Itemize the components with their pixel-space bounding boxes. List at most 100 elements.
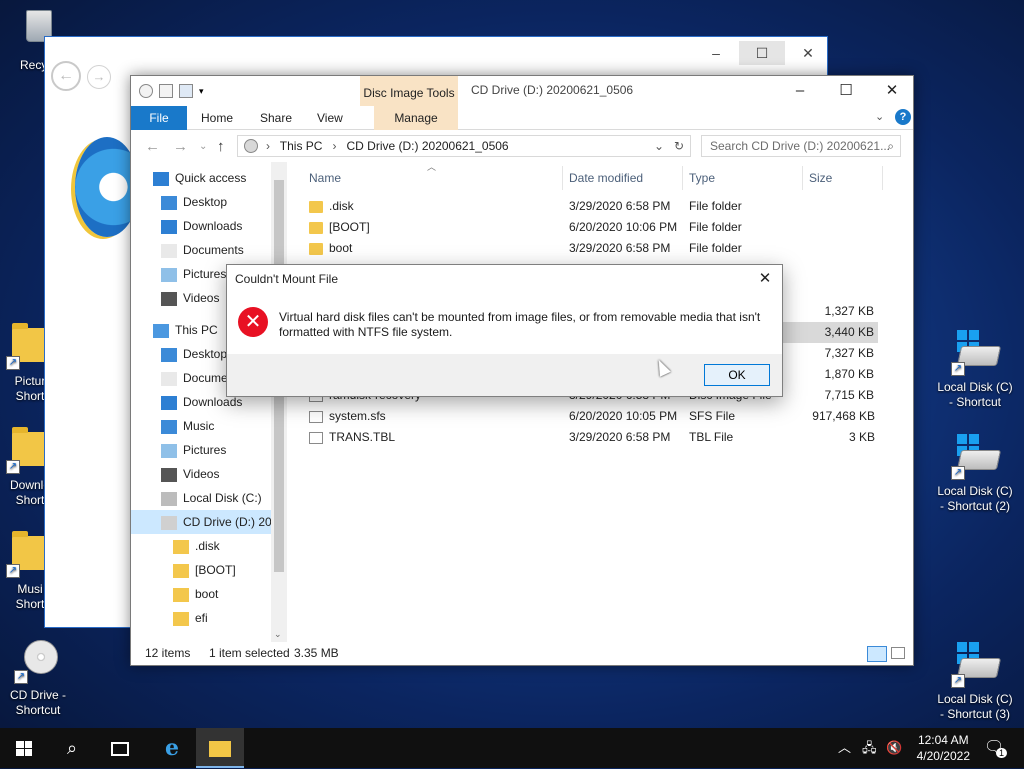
properties-icon[interactable] bbox=[159, 84, 173, 98]
nav-item[interactable]: efi bbox=[131, 606, 271, 630]
taskbar: ⌕ e ︿ 🖧 🔇 12:04 AM 4/20/2022 🗨 1 bbox=[0, 728, 1024, 768]
nav-item[interactable]: [BOOT] bbox=[131, 558, 271, 582]
desktop-icon-local-disk-shortcut-2[interactable]: ↗ Local Disk (C) - Shortcut (2) bbox=[933, 432, 1017, 514]
dialog-close-button[interactable]: ✕ bbox=[748, 265, 782, 293]
forward-icon[interactable]: → bbox=[87, 65, 111, 89]
nav-item[interactable]: Pictures bbox=[131, 438, 271, 462]
desktop-icon-local-disk-shortcut[interactable]: ↗ Local Disk (C) - Shortcut bbox=[933, 328, 1017, 410]
new-folder-icon[interactable] bbox=[179, 84, 193, 98]
start-button[interactable] bbox=[0, 728, 48, 768]
internet-explorer-taskbar-button[interactable]: e bbox=[148, 728, 196, 768]
up-icon[interactable]: ↑ bbox=[217, 138, 225, 155]
customize-toolbar-icon[interactable]: ▾ bbox=[199, 86, 204, 97]
desktop-icon-local-disk-shortcut-3[interactable]: ↗ Local Disk (C) - Shortcut (3) bbox=[933, 640, 1017, 722]
file-row[interactable]: [BOOT] 6/20/2020 10:06 PM File folder bbox=[303, 217, 878, 238]
tab-view[interactable]: View bbox=[305, 106, 355, 130]
search-placeholder: Search CD Drive (D:) 20200621... bbox=[710, 139, 891, 153]
column-header-size[interactable]: Size bbox=[803, 166, 883, 190]
maximize-button[interactable]: ☐ bbox=[823, 76, 869, 106]
nav-item[interactable]: .disk bbox=[131, 534, 271, 558]
nav-item-label: Downloads bbox=[183, 395, 243, 409]
expand-ribbon-icon[interactable]: ⌄ bbox=[875, 110, 884, 123]
shortcut-arrow-icon: ↗ bbox=[14, 670, 28, 684]
pictures-icon bbox=[161, 267, 177, 282]
file-row-partial[interactable]: 7,715 KB bbox=[783, 385, 878, 406]
action-center-icon[interactable]: 🗨 1 bbox=[984, 728, 1008, 768]
nav-item[interactable]: Downloads bbox=[131, 214, 271, 238]
couldnt-mount-file-dialog[interactable]: Couldn't Mount File ✕ ✕ Virtual hard dis… bbox=[226, 264, 783, 397]
nav-item[interactable]: Music bbox=[131, 414, 271, 438]
nav-item[interactable]: Videos bbox=[131, 462, 271, 486]
column-header-type[interactable]: Type bbox=[683, 166, 803, 190]
address-row: ← → ⌄ ↑ › This PC › CD Drive (D:) 202006… bbox=[131, 130, 913, 162]
tab-share[interactable]: Share bbox=[248, 106, 304, 130]
search-icon: ⌕ bbox=[66, 738, 78, 758]
file-row[interactable]: boot 3/29/2020 6:58 PM File folder bbox=[303, 238, 878, 259]
back-icon[interactable]: ← bbox=[145, 138, 160, 155]
forward-icon[interactable]: → bbox=[173, 138, 188, 155]
nav-item[interactable]: CD Drive (D:) 202 bbox=[131, 510, 278, 534]
cd-drive-icon bbox=[244, 139, 258, 153]
network-icon[interactable]: 🖧 bbox=[862, 728, 877, 768]
volume-muted-icon[interactable]: 🔇 bbox=[886, 728, 902, 768]
ie-close-button[interactable]: ✕ bbox=[785, 41, 831, 65]
file-row-partial[interactable]: 3,440 KB bbox=[783, 322, 878, 343]
file-row[interactable]: system.sfs 6/20/2020 10:05 PM SFS File 917,… bbox=[303, 406, 878, 427]
search-button[interactable]: ⌕ bbox=[48, 728, 96, 768]
details-view-icon[interactable] bbox=[867, 646, 887, 662]
navigation-pane[interactable]: Quick access Desktop Downloads Documents Pic… bbox=[131, 162, 287, 642]
file-row-partial[interactable]: 7,327 KB bbox=[783, 343, 878, 364]
column-header-date[interactable]: Date modified bbox=[563, 166, 683, 190]
tab-manage[interactable]: Manage bbox=[374, 106, 458, 130]
clock[interactable]: 12:04 AM 4/20/2022 bbox=[917, 732, 970, 764]
show-hidden-icons[interactable]: ︿ bbox=[838, 728, 851, 768]
address-bar[interactable]: › This PC › CD Drive (D:) 20200621_0506 … bbox=[237, 135, 691, 157]
refresh-icon[interactable]: ↻ bbox=[674, 136, 684, 156]
nav-item[interactable]: Quick access bbox=[131, 166, 271, 190]
breadcrumb-cd-drive[interactable]: CD Drive (D:) 20200621_0506 bbox=[347, 139, 509, 153]
file-type: File folder bbox=[689, 241, 742, 255]
address-dropdown-icon[interactable]: ⌄ bbox=[654, 136, 664, 156]
quick-access-toolbar: ▾ bbox=[139, 83, 204, 99]
navigation-scrollbar[interactable]: ⌄ bbox=[271, 162, 287, 642]
ok-button[interactable]: OK bbox=[704, 364, 770, 386]
tab-home[interactable]: Home bbox=[189, 106, 245, 130]
task-view-button[interactable] bbox=[96, 728, 144, 768]
notification-count: 1 bbox=[996, 748, 1008, 758]
minimize-button[interactable]: – bbox=[777, 76, 823, 106]
nav-item[interactable]: boot bbox=[131, 582, 271, 606]
breadcrumb-separator: › bbox=[266, 139, 277, 153]
file-row[interactable]: TRANS.TBL 3/29/2020 6:58 PM TBL File 3 KB bbox=[303, 427, 878, 448]
scroll-down-arrow-icon[interactable]: ⌄ bbox=[274, 629, 282, 640]
file-row[interactable]: .disk 3/29/2020 6:58 PM File folder bbox=[303, 196, 878, 217]
file-name: boot bbox=[329, 241, 353, 255]
file-row-partial[interactable]: 1,870 KB bbox=[783, 364, 878, 385]
column-header-name[interactable]: Name bbox=[303, 166, 563, 190]
window-title: CD Drive (D:) 20200621_0506 bbox=[471, 83, 634, 97]
nav-item[interactable]: Local Disk (C:) bbox=[131, 486, 271, 510]
file-date: 6/20/2020 10:06 PM bbox=[569, 220, 678, 234]
close-button[interactable]: ✕ bbox=[869, 76, 915, 106]
breadcrumb-this-pc[interactable]: This PC bbox=[280, 139, 323, 153]
nav-item-label: Music bbox=[183, 419, 215, 433]
file-explorer-taskbar-button[interactable] bbox=[196, 728, 244, 768]
search-icon[interactable]: ⌕ bbox=[887, 136, 894, 156]
recent-locations-icon[interactable]: ⌄ bbox=[199, 141, 207, 152]
dialog-message: Virtual hard disk files can't be mounted… bbox=[279, 310, 761, 339]
search-input[interactable]: Search CD Drive (D:) 20200621... ⌕ bbox=[701, 135, 901, 157]
back-icon[interactable]: ← bbox=[51, 61, 81, 91]
nav-item-label: CD Drive (D:) 202 bbox=[183, 515, 279, 529]
tab-file[interactable]: File bbox=[131, 106, 187, 130]
nav-item-label: efi bbox=[195, 611, 208, 625]
file-size: 3 KB bbox=[848, 430, 875, 444]
ie-minimize-button[interactable]: – bbox=[693, 41, 739, 65]
nav-item[interactable]: Documents bbox=[131, 238, 271, 262]
pictures-icon bbox=[161, 443, 177, 458]
file-row-partial[interactable]: 1,327 KB bbox=[783, 301, 878, 322]
desktop-icon-cd-drive-shortcut[interactable]: ↗ CD Drive - Shortcut bbox=[0, 636, 80, 718]
large-icons-view-icon[interactable] bbox=[891, 647, 905, 659]
help-icon[interactable]: ? bbox=[895, 109, 911, 125]
nav-item[interactable]: Desktop bbox=[131, 190, 271, 214]
ie-maximize-button[interactable]: ☐ bbox=[739, 41, 785, 65]
drive-icon: ↗ bbox=[951, 640, 1002, 688]
